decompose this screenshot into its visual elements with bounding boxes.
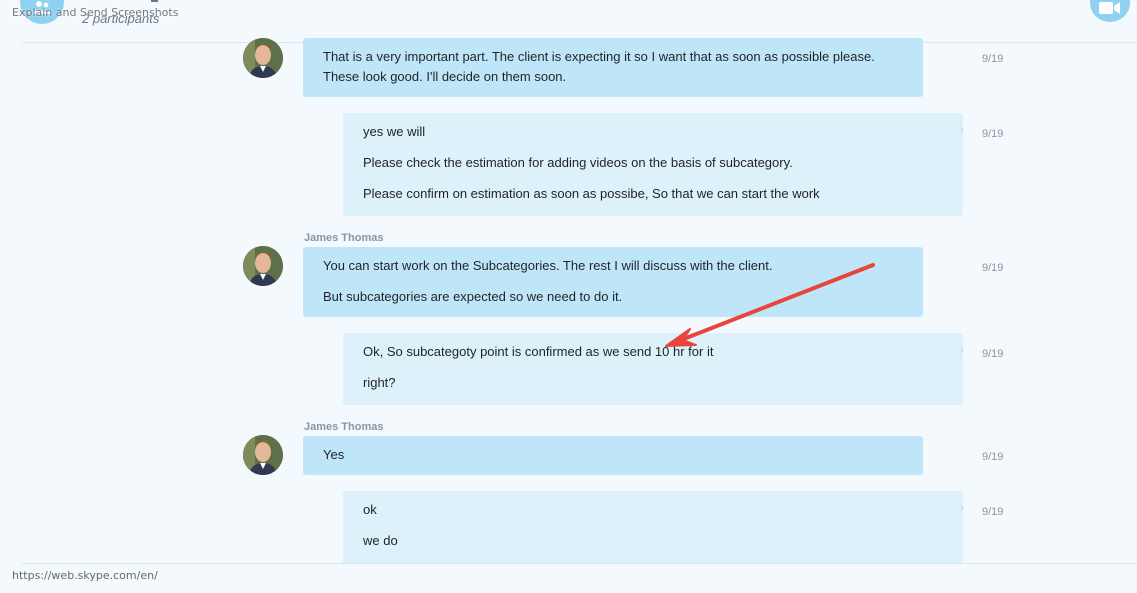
message-text: we do <box>363 533 398 548</box>
message-timestamp: 9/19 <box>982 451 1004 463</box>
message-text: These look good. I'll decide on them soo… <box>323 69 567 84</box>
message-bubble-outgoing[interactable]: ok we do <box>343 491 963 571</box>
message-text: You can start work on the Subcategories.… <box>323 258 773 273</box>
footer-divider <box>22 563 1137 564</box>
message-text: Please check the estimation for adding v… <box>363 155 793 170</box>
message-timestamp: 9/19 <box>982 262 1004 274</box>
message-text: yes we will <box>363 124 426 139</box>
james-thomas-photo <box>243 435 283 475</box>
message-bubble-incoming[interactable]: Yes <box>303 436 923 475</box>
message-text: Ok, So subcategoty point is confirmed as… <box>363 344 714 359</box>
message-bubble-incoming[interactable]: You can start work on the Subcategories.… <box>303 247 923 317</box>
message-timestamp: 9/19 <box>982 128 1004 140</box>
message-timestamp: 9/19 <box>982 348 1004 360</box>
video-call-button[interactable] <box>1090 0 1130 22</box>
message-bubble-incoming[interactable]: That is a very important part. The clien… <box>303 38 923 97</box>
skype-chat-window: 2 participants Explain and Send Screensh… <box>0 0 1137 593</box>
avatar[interactable] <box>243 38 283 78</box>
message-text: Yes <box>323 447 345 462</box>
message-text: ok <box>363 502 377 517</box>
status-bar <box>0 564 1137 593</box>
conversation-title-fragment <box>151 0 158 2</box>
message-bubble-outgoing[interactable]: yes we will Please check the estimation … <box>343 113 963 216</box>
video-camera-icon <box>1099 2 1120 14</box>
sender-name: James Thomas <box>304 232 384 244</box>
avatar[interactable] <box>243 435 283 475</box>
message-text: Please confirm on estimation as soon as … <box>363 186 820 201</box>
avatar[interactable] <box>243 246 283 286</box>
message-text: But subcategories are expected so we nee… <box>323 289 623 304</box>
message-text: right? <box>363 375 396 390</box>
message-bubble-outgoing[interactable]: Ok, So subcategoty point is confirmed as… <box>343 333 963 405</box>
sender-name: James Thomas <box>304 421 384 433</box>
james-thomas-photo <box>243 38 283 78</box>
status-url: https://web.skype.com/en/ <box>12 569 158 582</box>
window-title: Explain and Send Screenshots <box>12 6 179 19</box>
conversation-header: 2 participants Explain and Send Screensh… <box>0 0 1137 43</box>
james-thomas-photo <box>243 246 283 286</box>
message-text: That is a very important part. The clien… <box>323 49 875 64</box>
message-timestamp: 9/19 <box>982 53 1004 65</box>
message-timestamp: 9/19 <box>982 506 1004 518</box>
